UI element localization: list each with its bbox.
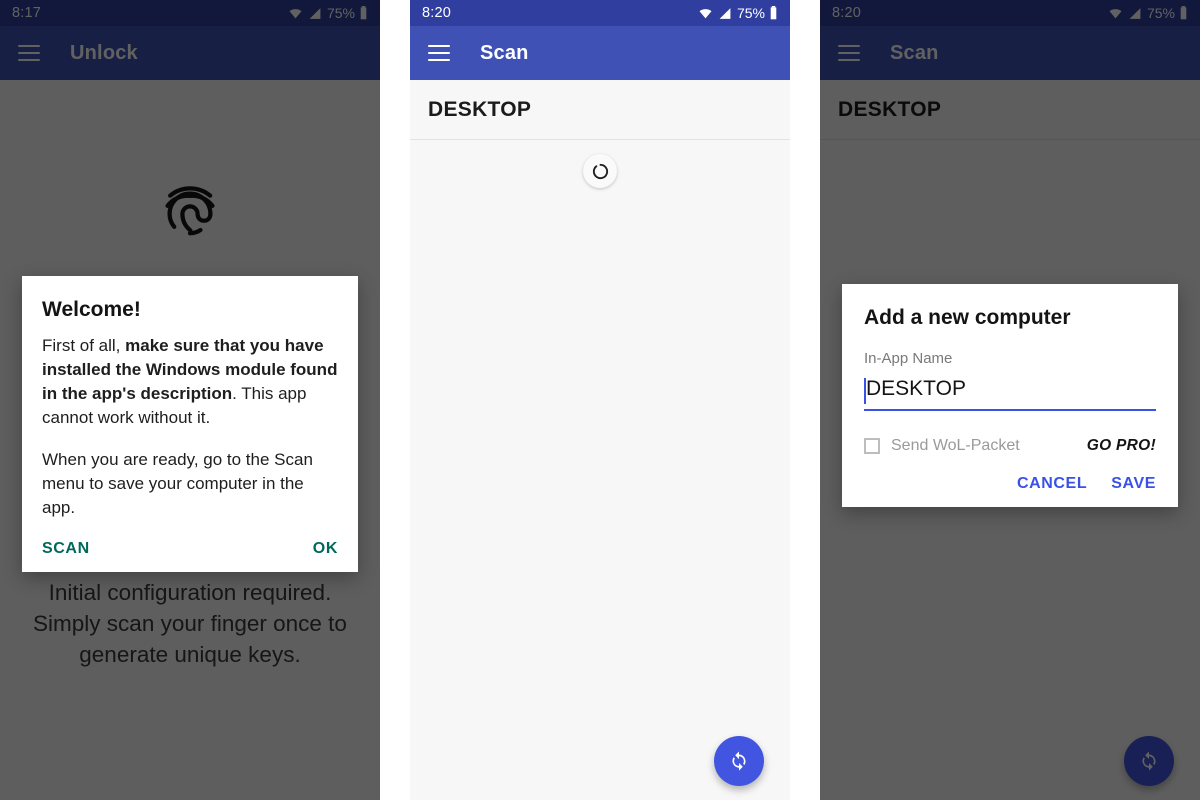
sync-refresh-icon [732, 751, 746, 771]
paragraph-1-lead: First of all, [42, 336, 126, 355]
dialog-options-row: Send WoL-Packet GO PRO! [864, 437, 1156, 455]
text-caret [864, 378, 866, 404]
list-item[interactable]: DESKTOP [410, 80, 790, 140]
dialog-actions: SCAN OK [42, 540, 338, 558]
battery-percent-label: 75% [736, 5, 765, 21]
refresh-fab-button[interactable] [714, 736, 764, 786]
status-bar: 8:20 75% [410, 0, 790, 26]
screenshot-stage: 8:17 75% Unlock [0, 0, 1200, 800]
signal-icon [718, 7, 732, 20]
go-pro-badge[interactable]: GO PRO! [1087, 437, 1156, 455]
status-bar-clock: 8:20 [422, 5, 452, 21]
battery-icon [769, 6, 778, 20]
cancel-button[interactable]: CANCEL [1017, 475, 1087, 493]
save-button[interactable]: SAVE [1111, 475, 1156, 493]
hamburger-menu-icon[interactable] [428, 45, 450, 61]
phone-panel-unlock: 8:17 75% Unlock [0, 0, 380, 800]
send-wol-packet-checkbox[interactable]: Send WoL-Packet [864, 437, 1020, 455]
dialog-paragraph-1: First of all, make sure that you have in… [42, 334, 338, 430]
ok-button[interactable]: OK [313, 540, 338, 558]
panel-gap-2 [790, 0, 820, 800]
add-computer-dialog: Add a new computer In-App Name Send WoL-… [842, 284, 1178, 507]
list-item-label: DESKTOP [428, 97, 532, 121]
scan-button[interactable]: SCAN [42, 540, 90, 558]
phone-panel-add-computer: 8:20 75% Scan [820, 0, 1200, 800]
dialog-title: Add a new computer [864, 306, 1071, 329]
in-app-name-label: In-App Name [864, 350, 953, 367]
app-bar-title: Scan [480, 41, 529, 64]
wifi-icon [697, 7, 714, 20]
phone-panel-scan: 8:20 75% Scan DESKTOP [410, 0, 790, 800]
panel-2-content: 8:20 75% Scan DESKTOP [410, 0, 790, 800]
dialog-actions: CANCEL SAVE [864, 475, 1156, 493]
welcome-dialog: Welcome! First of all, make sure that yo… [22, 276, 358, 572]
dialog-paragraph-2: When you are ready, go to the Scan menu … [42, 450, 313, 517]
panel-gap-1 [380, 0, 410, 800]
scan-body [410, 140, 790, 800]
refresh-spinner-icon [583, 154, 617, 188]
in-app-name-input[interactable] [864, 377, 1156, 411]
in-app-name-field-wrap [864, 377, 1156, 411]
checkbox-box-icon [864, 438, 880, 454]
dialog-title: Welcome! [42, 298, 141, 321]
status-bar-indicators: 75% [697, 5, 778, 21]
dialog-body: First of all, make sure that you have in… [42, 334, 338, 520]
send-wol-packet-label: Send WoL-Packet [891, 437, 1020, 454]
app-bar: Scan [410, 26, 790, 80]
